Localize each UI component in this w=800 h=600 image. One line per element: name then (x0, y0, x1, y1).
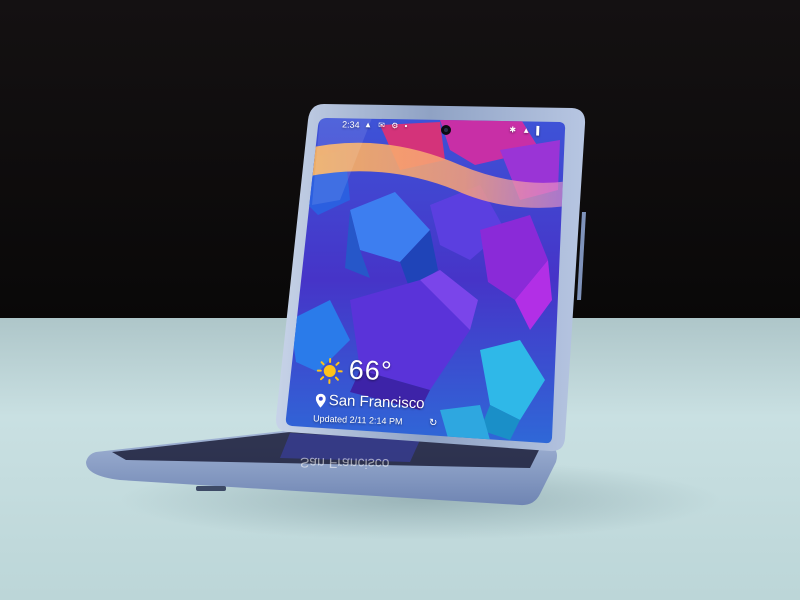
reflected-location-text: San Francisco (299, 454, 390, 473)
usb-port (196, 486, 226, 491)
location-pin-icon (315, 393, 326, 408)
updated-timestamp: Updated 2/11 2:14 PM (312, 413, 403, 427)
status-time: 2:34 (341, 119, 360, 131)
temperature: 66° (348, 354, 394, 387)
weather-widget[interactable]: 66° San Francisco Updated 2/11 2:14 PM ↻ (311, 351, 464, 436)
location-name: San Francisco (328, 391, 425, 413)
photo-scene (0, 0, 800, 600)
refresh-icon[interactable]: ↻ (429, 417, 438, 428)
location-reflection: San Francisco (300, 447, 450, 474)
sun-icon (316, 357, 343, 384)
notification-icons: ▲ ✉ ⚙ • (363, 120, 410, 131)
system-status-icons: ✱ ▲ ▌ (509, 125, 545, 136)
